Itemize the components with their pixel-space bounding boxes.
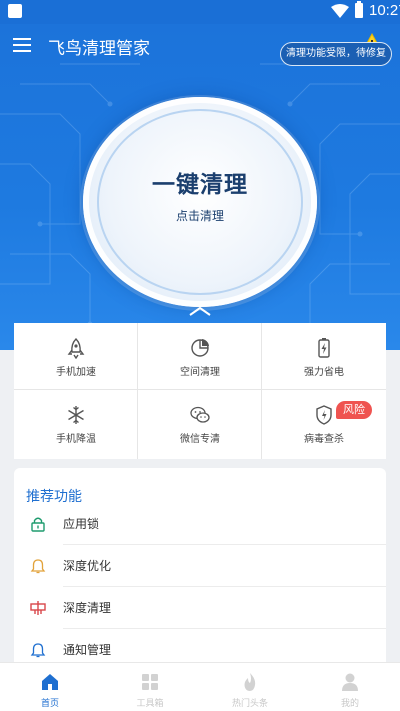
tool-phone-cool[interactable]: 手机降温 [14, 390, 138, 456]
nav-toolbox[interactable]: 工具箱 [100, 663, 200, 711]
rec-item-app-lock[interactable]: 应用锁 [14, 503, 386, 545]
tool-label: 手机加速 [56, 367, 96, 378]
bell-icon [30, 559, 46, 574]
home-icon [42, 674, 58, 690]
nav-label: 我的 [340, 699, 359, 709]
shield-icon [316, 405, 332, 425]
warning-tooltip[interactable]: 清理功能受限，待修复 [280, 42, 392, 66]
grid-icon [142, 674, 158, 690]
tool-label: 手机降温 [56, 434, 96, 445]
bottom-nav: 首页 工具箱 热门头条 我的 [0, 662, 400, 711]
nav-label: 热门头条 [231, 699, 268, 709]
rocket-icon [67, 338, 85, 359]
rec-item-deep-clean[interactable]: 深度清理 [14, 587, 386, 629]
recommended-card: 推荐功能 应用锁 深度优化 深度清理 通知管理 [14, 468, 386, 668]
user-icon [342, 673, 358, 691]
rec-item-label: 通知管理 [63, 643, 112, 657]
snowflake-icon [68, 406, 84, 424]
tool-space-clean[interactable]: 空间清理 [138, 323, 262, 389]
chevron-up-icon[interactable] [189, 306, 211, 316]
tools-grid: 手机加速 空间清理 强力省电 手机降温 微信专清 病毒查杀 [14, 323, 386, 459]
nav-home[interactable]: 首页 [0, 663, 100, 711]
battery-status-icon [355, 1, 363, 18]
clean-button-inner-ring [97, 109, 303, 295]
flame-icon [244, 673, 256, 691]
nav-label: 首页 [40, 699, 59, 709]
battery-icon [318, 338, 330, 358]
tool-label: 强力省电 [304, 367, 344, 378]
tool-phone-boost[interactable]: 手机加速 [14, 323, 138, 389]
tool-virus-scan[interactable]: 病毒查杀 [262, 390, 386, 456]
risk-badge: 风险 [336, 401, 372, 419]
status-time: 10:27 [369, 2, 400, 19]
nav-label: 工具箱 [136, 699, 164, 709]
rec-item-label: 应用锁 [63, 517, 100, 531]
wechat-icon [190, 406, 210, 423]
rec-item-label: 深度优化 [63, 559, 112, 573]
nav-hot-news[interactable]: 热门头条 [200, 663, 300, 711]
bell-icon [30, 643, 46, 658]
tool-power-save[interactable]: 强力省电 [262, 323, 386, 389]
clean-subtitle: 点击清理 [175, 209, 224, 223]
lock-icon [31, 517, 45, 532]
tool-label: 微信专清 [180, 434, 220, 445]
tool-label: 病毒查杀 [304, 434, 344, 445]
rec-item-deep-optimize[interactable]: 深度优化 [14, 545, 386, 587]
tool-wechat-clean[interactable]: 微信专清 [138, 390, 262, 456]
menu-icon[interactable] [13, 38, 31, 52]
app-title: 飞鸟清理管家 [48, 39, 150, 59]
pie-chart-icon [191, 339, 209, 357]
broom-icon [30, 601, 46, 615]
notification-icon [8, 4, 22, 18]
status-bar: 10:27 [0, 0, 400, 24]
tool-label: 空间清理 [180, 367, 220, 378]
clean-title: 一键清理 [152, 172, 248, 198]
one-click-clean-button[interactable]: 一键清理 点击清理 [83, 97, 317, 307]
nav-mine[interactable]: 我的 [300, 663, 400, 711]
rec-item-label: 深度清理 [63, 601, 112, 615]
wifi-icon [331, 4, 349, 18]
